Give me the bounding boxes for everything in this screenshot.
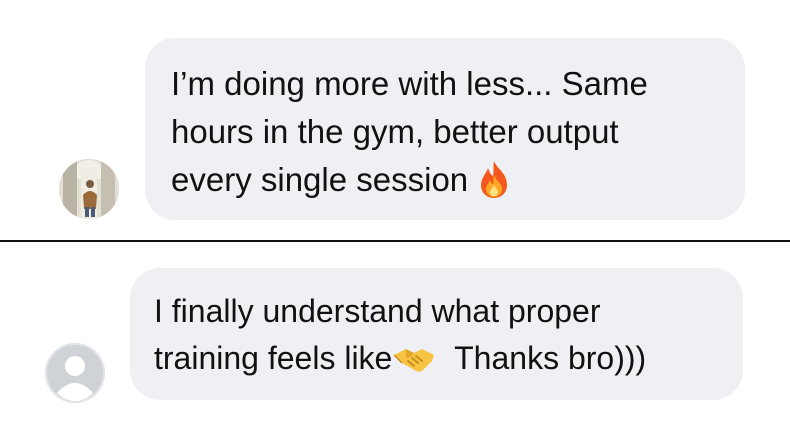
fire-emoji-icon <box>477 158 511 206</box>
message-text-line: I finally understand what proper <box>154 293 601 329</box>
message-text-line: training feels like Thanks bro))) <box>154 335 719 384</box>
message-bubble: I finally understand what proper trainin… <box>130 268 743 400</box>
message-bubble: I’m doing more with less... Same hours i… <box>145 38 745 220</box>
default-person-icon <box>45 343 105 403</box>
message-text-line: I’m doing more with less... Same <box>171 65 648 102</box>
user-photo-avatar[interactable] <box>59 159 119 219</box>
default-avatar[interactable] <box>45 343 105 403</box>
message-thread-bottom: I finally understand what proper trainin… <box>0 242 790 430</box>
message-thread-top: I’m doing more with less... Same hours i… <box>0 0 790 240</box>
screenshot-collage: I’m doing more with less... Same hours i… <box>0 0 790 430</box>
handshake-emoji-icon <box>392 337 436 384</box>
message-text-line: hours in the gym, better output <box>171 113 619 150</box>
message-text-line: every single session <box>171 156 719 206</box>
person-photo-icon <box>59 159 119 219</box>
